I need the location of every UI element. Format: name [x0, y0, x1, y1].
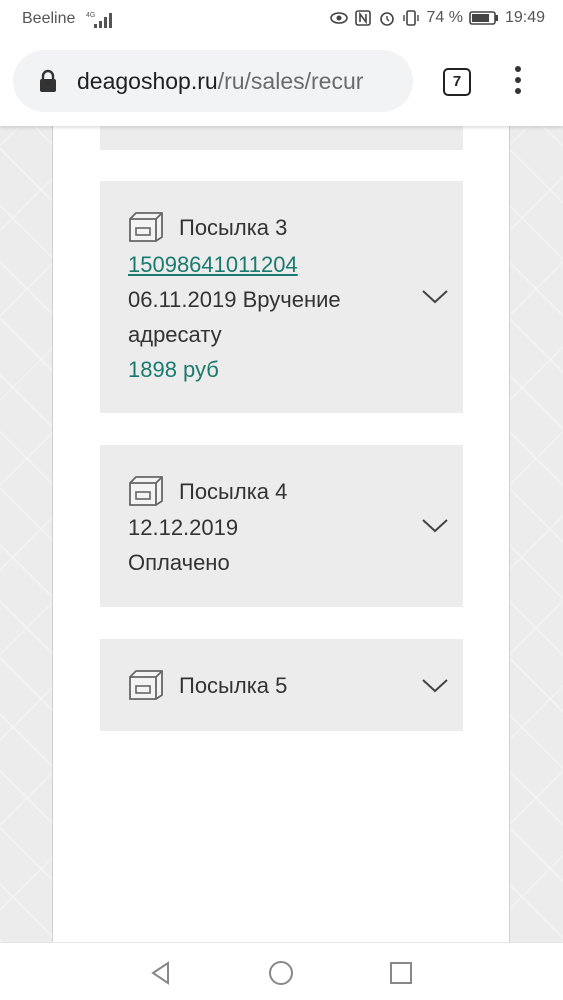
lock-icon: [40, 69, 56, 92]
network-type: 4G: [86, 12, 95, 19]
url-path: /ru/sales/recur: [217, 68, 364, 94]
alarm-icon: [380, 12, 395, 26]
eye-icon: [330, 12, 349, 24]
package-icon: [129, 476, 163, 506]
parcel-card[interactable]: Посылка 4 12.12.2019 Оплачено: [100, 445, 463, 607]
parcel-price: 1898 руб: [128, 357, 219, 382]
parcel-status: Оплачено: [128, 550, 230, 575]
chevron-down-icon[interactable]: [421, 518, 449, 534]
parcel-status: 06.11.2019 Вручение: [128, 287, 341, 312]
nfc-icon: [355, 10, 372, 26]
chevron-down-icon[interactable]: [421, 289, 449, 305]
home-icon[interactable]: [268, 960, 294, 986]
parcel-date: 12.12.2019: [128, 515, 239, 540]
battery-icon: [469, 11, 498, 25]
parcel-title: Посылка 3: [179, 215, 288, 240]
parcel-title: Посылка 5: [179, 673, 288, 698]
chevron-down-icon[interactable]: [421, 678, 449, 694]
clock: 19:49: [504, 9, 545, 26]
signal-icon: 4G: [86, 12, 112, 28]
url-domain: deagoshop.ru: [77, 68, 218, 94]
tracking-number-link[interactable]: 15098641011204: [128, 252, 298, 278]
parcel-card-previous[interactable]: [100, 126, 463, 150]
address-bar[interactable]: deagoshop.ru/ru/sales/recur: [13, 50, 413, 112]
parcel-title: Посылка 4: [179, 479, 288, 504]
package-icon: [129, 670, 163, 700]
browser-menu-icon[interactable]: [510, 66, 526, 100]
carrier-name: Beeline: [22, 10, 76, 27]
package-icon: [129, 212, 163, 242]
recents-icon[interactable]: [388, 960, 414, 986]
parcel-card[interactable]: Посылка 3 15098641011204 06.11.2019 Вруч…: [100, 181, 463, 413]
status-bar: Beeline 4G 74 % 19:49: [0, 0, 563, 40]
back-icon[interactable]: [148, 960, 174, 986]
tab-switcher-button[interactable]: 7: [443, 68, 471, 96]
battery-percent: 74 %: [426, 9, 463, 26]
browser-toolbar: deagoshop.ru/ru/sales/recur 7: [0, 40, 563, 126]
navigation-bar: [0, 942, 563, 1000]
status-icons: 74 % 19:49: [330, 9, 545, 27]
parcel-card[interactable]: Посылка 5: [100, 639, 463, 731]
url-text[interactable]: deagoshop.ru/ru/sales/recur: [77, 68, 407, 95]
vibrate-icon: [403, 10, 420, 26]
parcel-status-cont: адресату: [128, 322, 222, 347]
